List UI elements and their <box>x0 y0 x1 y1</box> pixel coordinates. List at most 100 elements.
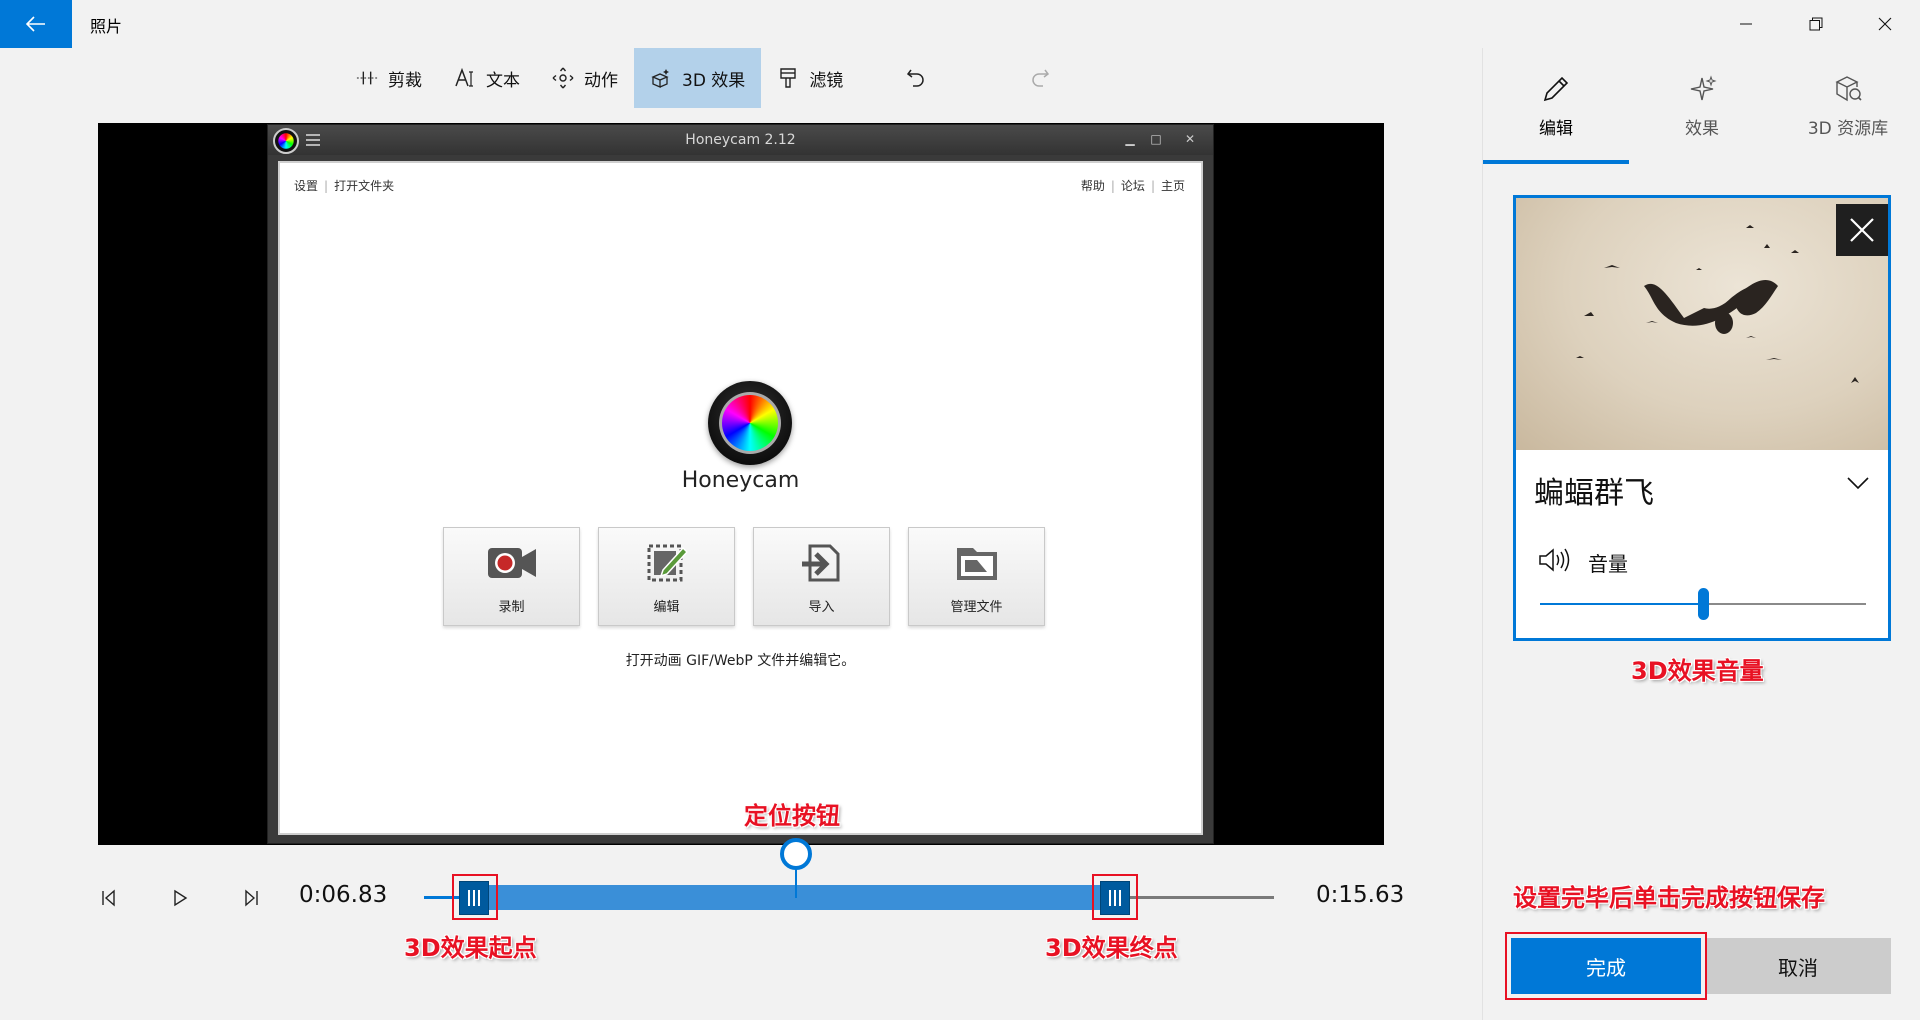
volume-fill <box>1540 603 1703 605</box>
trim-icon <box>356 67 378 89</box>
nav-link: 主页 <box>1160 179 1185 193</box>
record-icon <box>487 548 536 578</box>
tab-text[interactable]: 文本 <box>438 48 536 108</box>
3d-effects-icon <box>650 67 672 89</box>
play-button[interactable] <box>164 882 196 914</box>
effect-name: 蝙蝠群飞 <box>1534 476 1654 511</box>
redo-button[interactable] <box>1013 48 1067 108</box>
tile-label: 录制 <box>498 600 525 615</box>
play-icon <box>174 889 188 907</box>
tile-label: 管理文件 <box>950 600 1003 615</box>
honeycam-title: Honeycam 2.12 <box>685 132 796 148</box>
honeycam-actions: 录制 编辑 导入 管理文件 <box>443 527 1045 626</box>
pencil-icon <box>1543 76 1569 101</box>
remove-effect-button[interactable] <box>1836 204 1888 256</box>
tab-filters[interactable]: 滤镜 <box>761 48 859 108</box>
tile-label: 导入 <box>808 600 835 615</box>
maximize-icon: □ <box>1150 132 1162 146</box>
sparkle-icon <box>1690 74 1717 100</box>
cancel-button[interactable]: 取消 <box>1705 938 1891 994</box>
tab-label: 效果 <box>1685 118 1719 139</box>
close-icon <box>1850 218 1874 242</box>
honeycam-name: Honeycam <box>681 468 800 493</box>
honeycam-titlebar: Honeycam 2.12 ▁ □ ✕ <box>268 125 1213 155</box>
video-preview: Honeycam 2.12 ▁ □ ✕ 设置 | 打开文件夹 帮助 | 论坛 | 主页 Ho… <box>98 123 1384 845</box>
bats-image <box>1576 225 1859 383</box>
volume-label: 音量 <box>1588 552 1628 576</box>
tab-edit[interactable]: 编辑 <box>1483 48 1629 164</box>
step-forward-icon <box>245 889 258 907</box>
close-icon: ✕ <box>1184 132 1196 146</box>
active-tab-indicator <box>1483 160 1629 164</box>
right-panel: 编辑 效果 3D 资源库 蝙蝠群飞 音量 3D效果音量 设置完毕后单击完成按钮保… <box>1482 48 1920 1020</box>
edit-toolbar: 剪裁 文本 动作 3D 效果 滤镜 <box>340 48 1067 108</box>
tile-label: 编辑 <box>653 600 680 615</box>
tab-3d-library[interactable]: 3D 资源库 <box>1775 48 1920 164</box>
close-icon <box>1878 17 1892 31</box>
playhead-handle[interactable] <box>780 838 812 870</box>
tab-3d-effects[interactable]: 3D 效果 <box>634 48 762 108</box>
import-tile: 导入 <box>753 527 890 626</box>
annotation-box-done <box>1505 932 1707 1000</box>
honeycam-hint: 打开动画 GIF/WebP 文件并编辑它。 <box>625 653 856 669</box>
motion-icon <box>552 67 574 89</box>
effect-card: 蝙蝠群飞 音量 <box>1513 195 1891 641</box>
filter-icon <box>777 67 799 89</box>
nav-link: 帮助 <box>1080 179 1105 193</box>
title-bar: 照片 <box>0 0 1920 48</box>
arrow-left-icon <box>26 16 45 32</box>
chevron-down-icon <box>1847 477 1869 490</box>
text-icon <box>454 67 476 89</box>
honeycam-lens-icon <box>708 381 792 465</box>
annotation-volume: 3D效果音量 <box>1631 657 1764 685</box>
annotation-end: 3D效果终点 <box>1045 934 1178 962</box>
import-icon <box>801 544 839 582</box>
tab-trim[interactable]: 剪裁 <box>340 48 438 108</box>
undo-button[interactable] <box>889 48 943 108</box>
tab-motion[interactable]: 动作 <box>536 48 634 108</box>
nav-link: 打开文件夹 <box>334 179 395 193</box>
nav-link: 设置 <box>294 179 319 193</box>
tab-label: 文本 <box>486 70 520 91</box>
annotation-box-start <box>452 874 498 920</box>
redo-icon <box>1032 69 1050 87</box>
undo-icon <box>907 69 925 87</box>
minimize-button[interactable] <box>1711 0 1781 48</box>
previous-frame-button[interactable] <box>92 882 124 914</box>
speaker-icon <box>1539 548 1570 572</box>
tab-label: 3D 资源库 <box>1807 118 1889 139</box>
edit-icon <box>647 544 688 582</box>
annotation-start: 3D效果起点 <box>404 934 537 962</box>
honeycam-nav-right: 帮助 | 论坛 | 主页 <box>1080 179 1185 193</box>
3d-library-icon <box>1835 75 1862 101</box>
playhead-stem <box>795 866 797 898</box>
minimize-icon <box>1740 23 1752 25</box>
restore-icon <box>1809 17 1823 31</box>
effect-range <box>472 885 1115 910</box>
effect-expand-button[interactable] <box>1846 475 1870 495</box>
tab-label: 3D 效果 <box>682 70 746 91</box>
tab-label: 剪裁 <box>388 70 422 91</box>
app-title: 照片 <box>90 17 123 36</box>
annotation-playhead: 定位按钮 <box>744 802 840 830</box>
current-time: 0:06.83 <box>299 882 388 908</box>
honeycam-body: 设置 | 打开文件夹 帮助 | 论坛 | 主页 Honeycam 录制 编辑 导入 <box>278 161 1203 835</box>
record-tile: 录制 <box>443 527 580 626</box>
honeycam-nav-left: 设置 | 打开文件夹 <box>294 179 395 193</box>
restore-button[interactable] <box>1781 0 1851 48</box>
effect-thumbnail <box>1516 198 1888 450</box>
tab-label: 编辑 <box>1539 118 1573 139</box>
tab-effects[interactable]: 效果 <box>1629 48 1775 164</box>
volume-thumb[interactable] <box>1697 588 1709 620</box>
tab-label: 滤镜 <box>809 70 844 91</box>
edit-tile: 编辑 <box>598 527 735 626</box>
next-frame-button[interactable] <box>236 882 268 914</box>
close-window-button[interactable] <box>1850 0 1920 48</box>
back-button[interactable] <box>0 0 72 48</box>
honeycam-window: Honeycam 2.12 ▁ □ ✕ 设置 | 打开文件夹 帮助 | 论坛 | 主页 Ho… <box>267 124 1214 844</box>
annotation-save-hint: 设置完毕后单击完成按钮保存 <box>1513 884 1825 912</box>
step-back-icon <box>102 889 115 907</box>
manage-files-tile: 管理文件 <box>908 527 1045 626</box>
minimize-icon: ▁ <box>1125 132 1135 146</box>
tab-label: 动作 <box>584 70 618 91</box>
